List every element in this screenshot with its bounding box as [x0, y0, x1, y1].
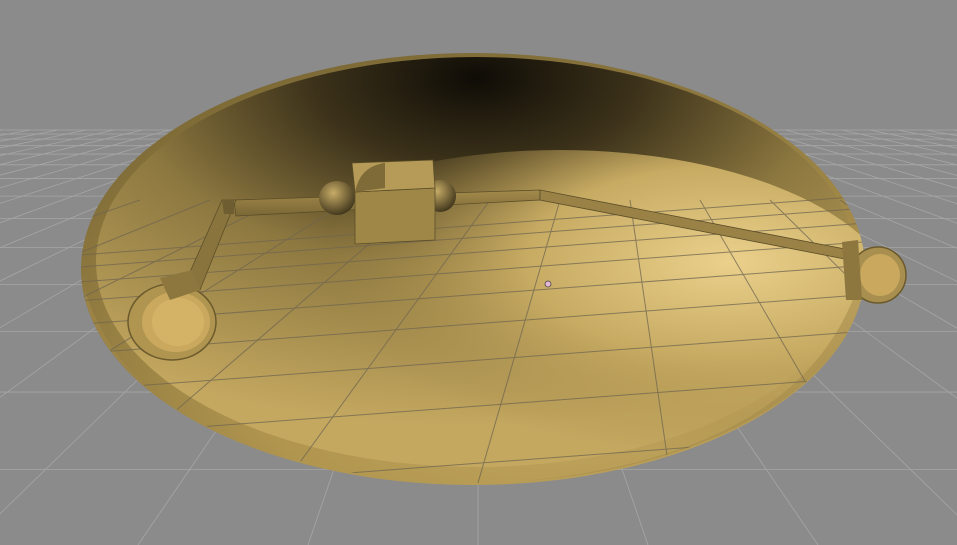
grid-line [869, 129, 957, 149]
grid-line [0, 129, 3, 131]
grid-line [897, 129, 957, 142]
grid-line [0, 129, 115, 157]
sphere-left [319, 181, 355, 215]
grid-line [910, 200, 957, 545]
grid-line [841, 129, 957, 157]
pivot-point-icon[interactable] [544, 280, 552, 288]
right-ring-model[interactable] [842, 240, 907, 304]
grid-line [0, 129, 87, 149]
left-ring-hole [152, 298, 204, 346]
block-front [354, 187, 436, 245]
block-model[interactable] [351, 159, 436, 245]
grid-line [0, 129, 31, 136]
right-ring-inner [860, 254, 900, 296]
scene-canvas[interactable] [0, 0, 957, 545]
grid-line [0, 129, 59, 142]
grid-line [925, 129, 957, 137]
3d-viewport[interactable] [0, 0, 957, 545]
rail-left-face [222, 200, 234, 214]
